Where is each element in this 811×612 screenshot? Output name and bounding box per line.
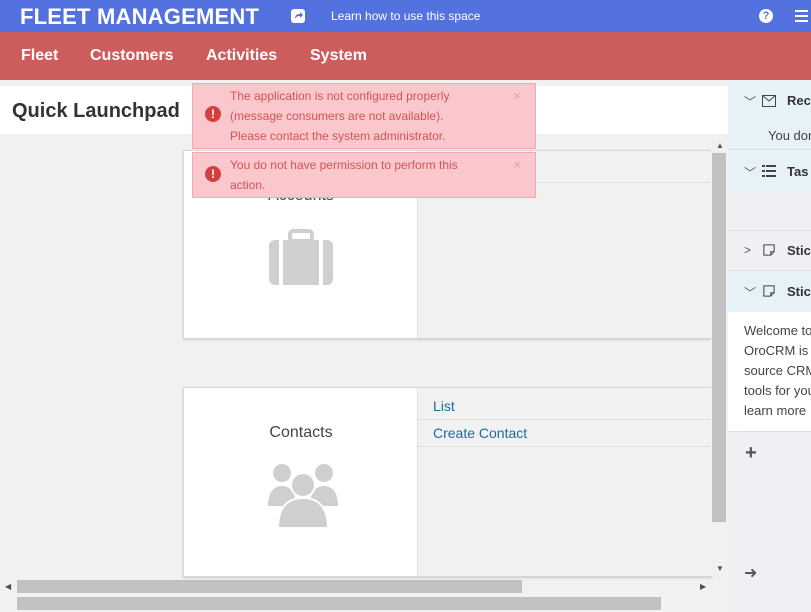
alert-message: You do not have permission to perform th…: [230, 158, 458, 192]
help-icon[interactable]: ?: [759, 9, 773, 23]
contacts-card-title[interactable]: Contacts: [184, 424, 418, 442]
horizontal-scrollbar-thumb[interactable]: [17, 580, 522, 593]
page-horizontal-scrollbar-thumb[interactable]: [17, 597, 661, 610]
error-icon: !: [205, 166, 221, 182]
nav-item-fleet[interactable]: Fleet: [21, 47, 58, 65]
recent-emails-header[interactable]: ﹀ Rece: [728, 80, 811, 120]
recent-emails-label: Rece: [787, 93, 811, 108]
envelope-icon: [762, 95, 776, 107]
sticky-note-header-expanded[interactable]: ﹀ Stic: [728, 272, 811, 312]
contacts-card: Contacts List Create Contact: [183, 387, 713, 577]
brand-title[interactable]: FLEET MANAGEMENT: [20, 4, 259, 30]
nav-item-system[interactable]: System: [310, 47, 367, 65]
briefcase-icon: [269, 229, 333, 285]
scroll-right-arrow[interactable]: ▶: [700, 582, 706, 591]
sticky-note-text-line: Welcome to: [744, 323, 811, 338]
close-icon[interactable]: ×: [513, 86, 521, 106]
recent-emails-empty-text: You don: [768, 128, 811, 143]
divider: [418, 419, 712, 420]
vertical-scrollbar-thumb[interactable]: [712, 153, 726, 522]
chevron-down-icon[interactable]: ﹀: [744, 284, 756, 301]
users-icon: [268, 464, 338, 528]
main-navigation: Fleet Customers Activities System: [0, 32, 811, 80]
arrow-right-icon[interactable]: ➜: [744, 563, 757, 583]
page-title: Quick Launchpad: [12, 100, 180, 122]
share-icon[interactable]: [291, 9, 305, 23]
hamburger-menu-icon[interactable]: [795, 10, 808, 22]
add-widget-icon[interactable]: +: [745, 442, 757, 465]
sticky-note-text-line: source CRM: [744, 363, 811, 378]
contacts-card-links: List Create Contact: [418, 388, 712, 576]
scroll-down-arrow[interactable]: ▼: [716, 564, 724, 573]
scroll-up-arrow[interactable]: ▲: [716, 141, 724, 150]
alert-not-configured: ! The application is not configured prop…: [192, 83, 536, 149]
sticky-note-text-line: learn more: [744, 403, 807, 418]
tasks-label: Tas: [787, 164, 809, 179]
chevron-right-icon[interactable]: >: [744, 243, 751, 257]
sticky-note-text-line: tools for you: [744, 383, 811, 398]
sticky-note-label: Stic: [787, 243, 811, 258]
nav-item-customers[interactable]: Customers: [90, 47, 174, 65]
alert-no-permission: ! You do not have permission to perform …: [192, 152, 536, 198]
sticky-note-icon: [763, 244, 775, 256]
create-contact-link[interactable]: Create Contact: [433, 425, 527, 441]
learn-how-link[interactable]: Learn how to use this space: [331, 9, 480, 23]
contacts-card-main[interactable]: Contacts: [184, 388, 418, 576]
top-bar: FLEET MANAGEMENT Learn how to use this s…: [0, 0, 811, 32]
chevron-down-icon[interactable]: ﹀: [744, 164, 756, 181]
contacts-list-link[interactable]: List: [433, 398, 455, 414]
sticky-note-icon: [763, 285, 775, 297]
divider: [418, 446, 712, 447]
chevron-down-icon[interactable]: ﹀: [744, 93, 756, 110]
nav-item-activities[interactable]: Activities: [206, 47, 277, 65]
alert-message: The application is not configured proper…: [230, 89, 450, 143]
error-icon: !: [205, 106, 221, 122]
sticky-note-header-collapsed[interactable]: > Stic: [728, 231, 811, 271]
sticky-note-label: Stic: [787, 284, 811, 299]
tasks-header[interactable]: ﹀ Tas: [728, 151, 811, 191]
scroll-left-arrow[interactable]: ◀: [5, 582, 11, 591]
sticky-note-text-line: OroCRM is: [744, 343, 809, 358]
close-icon[interactable]: ×: [513, 155, 521, 175]
tasks-list-icon: [762, 165, 776, 177]
